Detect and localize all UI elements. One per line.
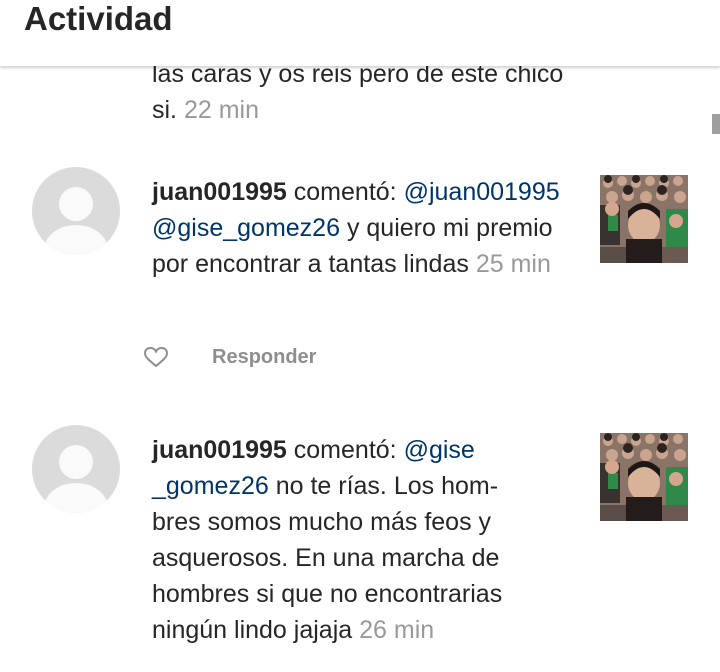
comment-verb: comentó: — [293, 436, 397, 464]
comment-item: juan001995 comentó: @juan001995 @gise_go… — [152, 174, 572, 282]
username-link[interactable]: juan001995 — [152, 436, 287, 464]
avatar-head-shape — [59, 445, 93, 479]
post-thumbnail[interactable] — [600, 175, 688, 263]
avatar[interactable] — [32, 425, 120, 513]
avatar-body-shape — [44, 225, 108, 255]
mention-link[interactable]: @juan001995 — [404, 178, 560, 206]
reply-button[interactable]: Responder — [212, 344, 316, 370]
comment-text: bres somos mucho más feos y asquerosos. … — [152, 508, 503, 644]
partial-comment-text: las caras y os reis pero de este chico s… — [152, 56, 572, 128]
mention-link[interactable]: _gomez26 — [152, 472, 269, 500]
page-title: Actividad — [24, 0, 173, 37]
avatar-body-shape — [44, 483, 108, 513]
app-header: Actividad — [0, 0, 720, 66]
comment-time: 22 min — [183, 96, 259, 124]
mention-link[interactable]: @gise_gomez26 — [152, 214, 340, 242]
heart-outline-icon[interactable] — [143, 345, 169, 369]
comment-text: no te rías. Los hom- — [275, 472, 499, 500]
avatar[interactable] — [32, 167, 120, 255]
username-link[interactable]: juan001995 — [152, 178, 287, 206]
comment-time: 26 min — [359, 616, 435, 644]
mention-link[interactable]: @gise — [404, 436, 475, 464]
comment-item: juan001995 comentó: @gise _gomez26 no te… — [152, 432, 552, 648]
post-thumbnail[interactable] — [600, 433, 688, 521]
avatar-head-shape — [59, 187, 93, 221]
scrollbar-thumb[interactable] — [712, 114, 720, 134]
comment-time: 25 min — [475, 250, 551, 278]
comment-verb: comentó: — [293, 178, 397, 206]
